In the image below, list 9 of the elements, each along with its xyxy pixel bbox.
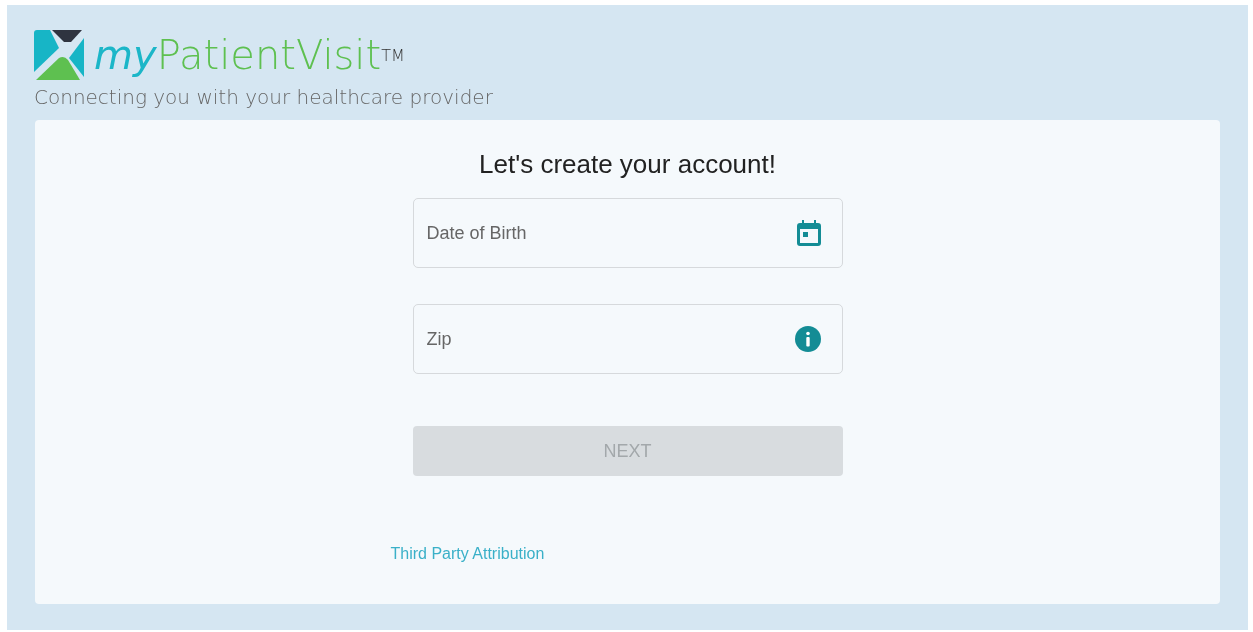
- attribution-link[interactable]: Third Party Attribution: [390, 545, 545, 562]
- logo-text: myPatientVisit$^{TM}$: [94, 31, 405, 80]
- tagline: Connecting you with your healthcare provider: [34, 84, 494, 111]
- form-title: Let's create your account!: [479, 148, 776, 181]
- input-field[interactable]: Zip: [412, 304, 843, 374]
- info-icon[interactable]: [794, 326, 821, 352]
- logo-icon: [34, 30, 84, 80]
- calendar-icon[interactable]: [796, 220, 821, 246]
- input-field[interactable]: Date of Birth: [412, 198, 843, 268]
